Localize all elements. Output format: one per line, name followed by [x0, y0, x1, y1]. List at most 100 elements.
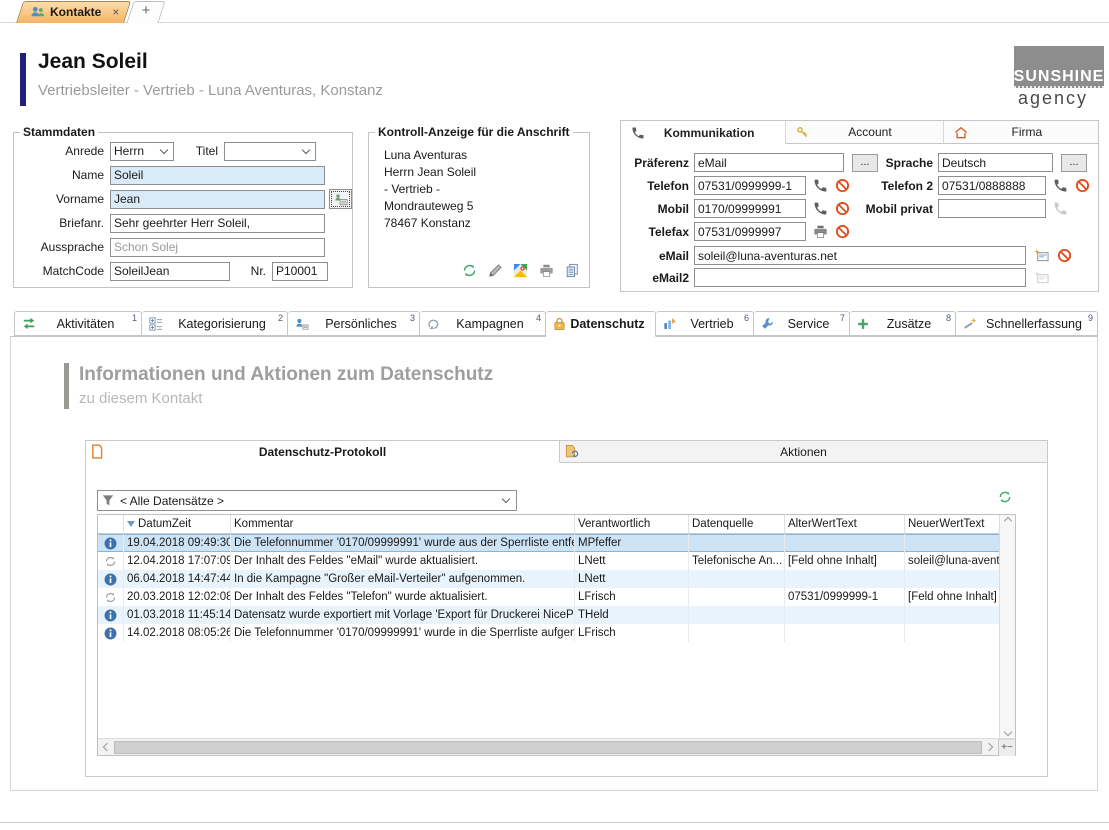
- tab-aktivitaeten[interactable]: Aktivitäten1: [14, 311, 142, 336]
- cell-alterwert: [Feld ohne Inhalt]: [785, 552, 905, 570]
- column-header-kommentar[interactable]: Kommentar: [231, 515, 575, 533]
- scrollbar-thumb[interactable]: [114, 741, 982, 754]
- tab-datenschutz-protokoll[interactable]: Datenschutz-Protokoll: [85, 440, 560, 463]
- briefanrede-field[interactable]: [110, 214, 325, 233]
- scroll-down-icon[interactable]: [1003, 728, 1011, 736]
- cell-alterwert: [785, 570, 905, 588]
- printer-icon[interactable]: [539, 264, 554, 278]
- tab-service[interactable]: Service7: [754, 311, 850, 336]
- block-icon[interactable]: [1075, 178, 1090, 193]
- tab-aktionen[interactable]: Aktionen: [560, 440, 1048, 463]
- column-header-neuerwerttext[interactable]: NeuerWertText: [905, 515, 999, 533]
- email2-field[interactable]: [694, 268, 1026, 287]
- tab-schnellerfassung[interactable]: Schnellerfassung9: [956, 311, 1098, 336]
- window-tab-kontakte[interactable]: Kontakte ×: [16, 1, 124, 23]
- column-header-alterwerttext[interactable]: AlterWertText: [785, 515, 905, 533]
- table-row[interactable]: 14.02.2018 08:05:26 Die Telefonnummer '0…: [98, 624, 999, 642]
- name-label: Name: [18, 168, 104, 182]
- plus-icon: [857, 318, 869, 330]
- tab-zusaetze[interactable]: Zusätze8: [850, 311, 956, 336]
- table-row[interactable]: 12.04.2018 17:07:09 Der Inhalt des Felde…: [98, 552, 999, 570]
- contact-person-button[interactable]: [329, 189, 352, 209]
- nr-field[interactable]: [272, 262, 328, 281]
- refresh-icon[interactable]: [462, 263, 477, 278]
- vertical-scrollbar[interactable]: [999, 515, 1015, 738]
- block-icon[interactable]: [1057, 248, 1072, 263]
- email2-label: eMail2: [625, 271, 689, 285]
- vorname-field[interactable]: [110, 190, 325, 209]
- cell-datenquelle: [689, 570, 785, 588]
- column-header-verantwortlich[interactable]: Verantwortlich: [575, 515, 689, 533]
- filter-dropdown[interactable]: < Alle Datensätze >: [97, 490, 517, 511]
- address-line: 78467 Konstanz: [384, 215, 589, 232]
- titel-select[interactable]: [224, 142, 316, 161]
- telefon2-field[interactable]: [938, 176, 1046, 195]
- scroll-left-icon[interactable]: [103, 743, 111, 751]
- tab-kommunikation[interactable]: Kommunikation: [621, 121, 786, 144]
- lock-icon: [553, 317, 566, 331]
- anrede-select[interactable]: Herrn: [110, 142, 174, 161]
- email-field[interactable]: [694, 246, 1026, 265]
- tab-datenschutz[interactable]: Datenschutz: [546, 311, 656, 337]
- refresh-icon[interactable]: [998, 490, 1012, 504]
- tab-account[interactable]: Account: [786, 121, 943, 144]
- cell-kommentar: Der Inhalt des Feldes "Telefon" wurde ak…: [231, 588, 575, 606]
- praeferenz-label: Präferenz: [625, 156, 689, 170]
- tab-kampagnen[interactable]: Kampagnen4: [420, 311, 546, 336]
- cell-datenquelle: Telefonische An...: [689, 552, 785, 570]
- communication-panel: Kommunikation Account Firma Präferenz ..…: [620, 120, 1099, 292]
- table-row[interactable]: 20.03.2018 12:02:08 Der Inhalt des Felde…: [98, 588, 999, 606]
- cell-datenquelle: [689, 534, 785, 552]
- column-header-datenquelle[interactable]: Datenquelle: [689, 515, 785, 533]
- telefon-field[interactable]: [694, 176, 806, 195]
- new-tab-button[interactable]: +: [130, 1, 162, 23]
- sprache-more-button[interactable]: ...: [1061, 154, 1087, 172]
- table-row[interactable]: 01.03.2018 11:45:14 Datensatz wurde expo…: [98, 606, 999, 624]
- phone-icon[interactable]: [813, 201, 828, 216]
- wrench-icon: [761, 317, 774, 330]
- copy-icon[interactable]: [565, 263, 579, 278]
- scroll-right-icon[interactable]: [985, 743, 993, 751]
- scroll-up-icon[interactable]: [1003, 517, 1011, 525]
- cell-kommentar: Der Inhalt des Feldes "eMail" wurde aktu…: [231, 552, 575, 570]
- phone-icon[interactable]: [813, 178, 828, 193]
- table-row[interactable]: 06.04.2018 14:47:44 In die Kampagne "Gro…: [98, 570, 999, 588]
- horizontal-scrollbar[interactable]: [98, 739, 998, 755]
- address-line: - Vertrieb -: [384, 181, 589, 198]
- tab-firma[interactable]: Firma: [944, 121, 1098, 144]
- row-status-icon: [98, 534, 124, 552]
- funnel-icon: [102, 494, 114, 507]
- sprache-field[interactable]: [938, 153, 1053, 172]
- stammdaten-legend: Stammdaten: [20, 125, 98, 139]
- chevron-down-icon: [502, 495, 510, 503]
- telefax-field[interactable]: [694, 222, 806, 241]
- mobilprivat-field[interactable]: [938, 199, 1046, 218]
- window-tab-label: Kontakte: [50, 5, 101, 19]
- pencil-icon[interactable]: [488, 264, 502, 278]
- icon-column-header[interactable]: [98, 515, 124, 533]
- tab-kategorisierung[interactable]: Kategorisierung2: [142, 311, 288, 336]
- tab-persoenliches[interactable]: Persönliches3: [288, 311, 420, 336]
- block-icon[interactable]: [835, 178, 850, 193]
- phone-icon[interactable]: [1053, 178, 1068, 193]
- new-email-icon[interactable]: [1033, 248, 1050, 263]
- block-icon[interactable]: [835, 201, 850, 216]
- fax-printer-icon[interactable]: [813, 225, 828, 239]
- window-bottom-edge: [0, 822, 1109, 823]
- maps-icon[interactable]: [513, 263, 528, 278]
- mobil-field[interactable]: [694, 199, 806, 218]
- info-icon: [104, 627, 117, 640]
- sync-icon: [104, 555, 117, 568]
- table-row[interactable]: 19.04.2018 09:49:30 Die Telefonnummer '0…: [98, 534, 999, 552]
- matchcode-field[interactable]: [110, 262, 230, 281]
- praeferenz-field[interactable]: [694, 153, 844, 172]
- name-field[interactable]: [110, 166, 325, 185]
- block-icon[interactable]: [835, 224, 850, 239]
- close-icon[interactable]: ×: [112, 5, 119, 19]
- tab-vertrieb[interactable]: Vertrieb6: [656, 311, 754, 336]
- aussprache-field[interactable]: [110, 238, 325, 257]
- column-header-datumzeit[interactable]: DatumZeit: [124, 515, 231, 533]
- column-adjust-button[interactable]: +−: [998, 739, 1015, 756]
- stammdaten-fieldset: Stammdaten Anrede Herrn Titel Name Vorna…: [13, 125, 353, 288]
- filter-value: < Alle Datensätze >: [120, 494, 493, 508]
